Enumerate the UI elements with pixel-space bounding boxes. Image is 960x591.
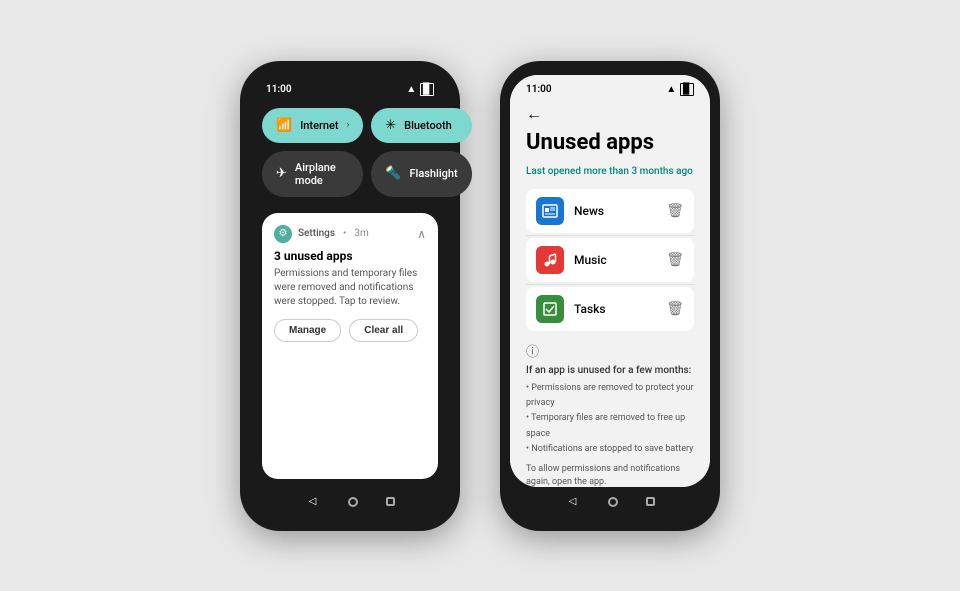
info-item-1: • Temporary files are removed to free up… [526, 411, 694, 442]
nav-back-1[interactable]: ◁ [306, 495, 320, 509]
delete-news-icon[interactable]: 🗑 [666, 203, 684, 219]
ua-content: ← Unused apps Last opened more than 3 mo… [510, 100, 710, 487]
page-title: Unused apps [526, 130, 694, 156]
nav-bar-1: ◁ [250, 487, 450, 517]
wifi-icon-2: ▲ [666, 84, 676, 95]
notification-card[interactable]: ⚙ Settings • 3m ∧ 3 unused apps Permissi… [262, 213, 438, 479]
notif-expand-icon[interactable]: ∧ [417, 227, 426, 241]
status-icons-1: ▲ ▊ [406, 83, 434, 96]
notif-title: 3 unused apps [274, 249, 426, 263]
info-item-2: • Notifications are stopped to save batt… [526, 442, 694, 457]
manage-button[interactable]: Manage [274, 319, 341, 342]
app-icon-music [536, 246, 564, 274]
divider-1 [526, 235, 694, 236]
unused-apps-screen: 11:00 ▲ ▊ ← Unused apps Last opened more… [510, 75, 710, 487]
tile-bluetooth[interactable]: ✳ Bluetooth [371, 108, 471, 143]
nav-bar-2: ◁ [510, 487, 710, 517]
app-icon-news [536, 197, 564, 225]
app-icon-tasks [536, 295, 564, 323]
notif-time-value: 3m [354, 228, 368, 239]
notif-body: Permissions and temporary files were rem… [274, 267, 426, 309]
chevron-icon: › [347, 120, 350, 130]
nav-square-2[interactable] [646, 497, 655, 506]
nav-back-2[interactable]: ◁ [566, 495, 580, 509]
notif-header: ⚙ Settings • 3m ∧ [274, 225, 426, 243]
divider-2 [526, 284, 694, 285]
battery-icon-2: ▊ [680, 83, 694, 96]
info-item-0: • Permissions are removed to protect you… [526, 381, 694, 412]
status-icons-2: ▲ ▊ [666, 83, 694, 96]
app-item-news[interactable]: News 🗑 [526, 189, 694, 233]
bluetooth-tile-icon: ✳ [385, 118, 396, 133]
phone-1: 11:00 ▲ ▊ 📶 Internet › ✳ [240, 61, 460, 531]
delete-tasks-icon[interactable]: 🗑 [666, 301, 684, 317]
tile-flashlight-label: Flashlight [409, 167, 457, 180]
back-button[interactable]: ← [526, 100, 694, 130]
notif-settings-icon: ⚙ [274, 225, 292, 243]
wifi-icon: ▲ [406, 84, 416, 95]
status-bar-1: 11:00 ▲ ▊ [250, 75, 450, 100]
tile-bluetooth-label: Bluetooth [404, 119, 452, 132]
nav-home-2[interactable] [608, 497, 618, 507]
app-name-tasks: Tasks [574, 302, 666, 316]
app-name-news: News [574, 204, 666, 218]
app-name-music: Music [574, 253, 666, 267]
phones-container: 11:00 ▲ ▊ 📶 Internet › ✳ [240, 61, 720, 531]
tile-airplane[interactable]: ✈ Airplane mode [262, 151, 363, 197]
phone-2: 11:00 ▲ ▊ ← Unused apps Last opened more… [500, 61, 720, 531]
info-footer: To allow permissions and notifications a… [526, 463, 694, 486]
app-list: News 🗑 [526, 189, 694, 331]
notif-app-name: Settings [298, 228, 335, 239]
airplane-tile-icon: ✈ [276, 166, 287, 181]
info-title: If an app is unused for a few months: [526, 365, 694, 376]
quick-settings-tiles: 📶 Internet › ✳ Bluetooth ✈ Airplane mode… [250, 100, 450, 205]
time-2: 11:00 [526, 84, 552, 95]
notif-actions: Manage Clear all [274, 319, 426, 342]
tile-internet[interactable]: 📶 Internet › [262, 108, 363, 143]
app-item-tasks[interactable]: Tasks 🗑 [526, 287, 694, 331]
flashlight-tile-icon: 🔦 [385, 166, 401, 181]
notif-time: • [343, 228, 346, 239]
info-section: ⓘ If an app is unused for a few months: … [526, 341, 694, 487]
battery-icon: ▊ [420, 83, 434, 96]
tile-internet-label: Internet [300, 119, 338, 132]
nav-home-1[interactable] [348, 497, 358, 507]
info-icon: ⓘ [526, 341, 694, 360]
tile-flashlight[interactable]: 🔦 Flashlight [371, 151, 471, 197]
wifi-tile-icon: 📶 [276, 118, 292, 133]
app-item-music[interactable]: Music 🗑 [526, 238, 694, 282]
tile-airplane-label: Airplane mode [295, 161, 349, 187]
nav-square-1[interactable] [386, 497, 395, 506]
status-bar-2: 11:00 ▲ ▊ [510, 75, 710, 100]
delete-music-icon[interactable]: 🗑 [666, 252, 684, 268]
subtitle: Last opened more than 3 months ago [526, 166, 694, 177]
info-list: • Permissions are removed to protect you… [526, 381, 694, 457]
time-1: 11:00 [266, 84, 292, 95]
clear-all-button[interactable]: Clear all [349, 319, 418, 342]
quick-settings-screen: 11:00 ▲ ▊ 📶 Internet › ✳ [250, 75, 450, 487]
